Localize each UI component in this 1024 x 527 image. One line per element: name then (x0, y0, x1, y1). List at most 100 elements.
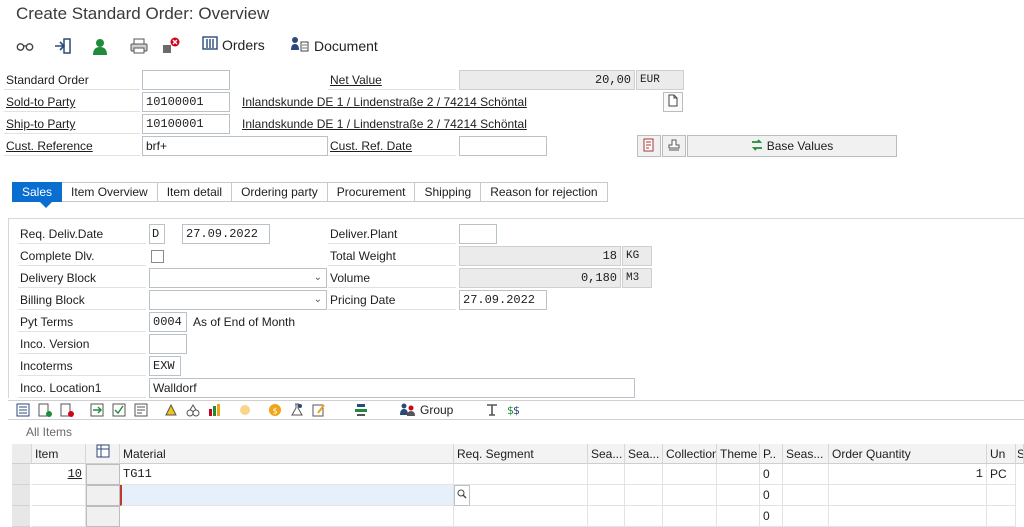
structure-icon[interactable] (352, 401, 370, 419)
tools-icon[interactable] (483, 401, 501, 419)
table-cell-season-2[interactable] (625, 464, 663, 485)
cust-reference-field[interactable]: brf+ (142, 136, 328, 156)
table-cell-season-2[interactable] (625, 485, 663, 506)
row-selector-header[interactable] (12, 444, 32, 464)
note-icon[interactable] (236, 401, 254, 419)
row-selector[interactable] (12, 464, 30, 485)
standard-order-field[interactable] (142, 70, 230, 90)
tab-procurement[interactable]: Procurement (327, 182, 416, 202)
table-cell-order-quantity[interactable] (829, 485, 987, 506)
pricing-doc-button[interactable] (637, 135, 661, 157)
tab-ordering-party[interactable]: Ordering party (232, 182, 328, 202)
delete-icon[interactable] (160, 35, 182, 57)
table-cell-settings[interactable] (86, 485, 120, 506)
table-cell-p[interactable]: 0 (760, 506, 783, 527)
table-cell-season-3[interactable] (783, 464, 829, 485)
sold-to-field[interactable]: 10100001 (142, 92, 230, 112)
deselect-icon[interactable] (132, 401, 150, 419)
delete-row-icon[interactable] (58, 401, 76, 419)
table-cell-item[interactable]: 10 (32, 464, 86, 485)
table-cell-unit[interactable] (987, 506, 1016, 527)
row-selector[interactable] (12, 485, 30, 506)
sold-to-description[interactable]: Inlandskunde DE 1 / Lindenstraße 2 / 742… (242, 92, 527, 112)
column-header-req-segment[interactable]: Req. Segment (454, 444, 588, 464)
pricing-date-field[interactable]: 27.09.2022 (459, 290, 547, 310)
item-number[interactable]: 10 (68, 467, 82, 481)
edit-icon[interactable] (310, 401, 328, 419)
column-header-p[interactable]: P.. (760, 444, 783, 464)
table-cell-settings[interactable] (86, 464, 120, 485)
column-header-item[interactable]: Item (32, 444, 86, 464)
column-header-season-2[interactable]: Sea... (625, 444, 663, 464)
table-cell-req-segment[interactable] (454, 464, 588, 485)
column-header-s[interactable]: S (1016, 444, 1024, 464)
req-deliv-date-field[interactable]: 27.09.2022 (182, 224, 270, 244)
value-help-button[interactable] (454, 485, 470, 506)
delivery-block-dropdown[interactable]: ⌄ (149, 268, 327, 288)
table-cell-theme[interactable] (717, 506, 760, 527)
table-cell-order-quantity[interactable] (829, 506, 987, 527)
column-header-season-3[interactable]: Seas... (783, 444, 829, 464)
column-header-season-1[interactable]: Sea... (588, 444, 625, 464)
orders-button[interactable]: Orders (202, 36, 265, 53)
group-button[interactable]: Group (400, 402, 453, 419)
column-header-order-quantity[interactable]: Order Quantity (829, 444, 987, 464)
inco-version-field[interactable] (149, 334, 187, 354)
move-icon[interactable] (88, 401, 106, 419)
net-value-label[interactable]: Net Value (328, 70, 456, 90)
table-cell-theme[interactable] (717, 464, 760, 485)
table-cell-req-segment[interactable] (454, 506, 588, 527)
table-cell-season-2[interactable] (625, 506, 663, 527)
table-cell-season-1[interactable] (588, 506, 625, 527)
table-cell-settings[interactable] (86, 506, 120, 527)
column-header-material[interactable]: Material (120, 444, 454, 464)
column-header-unit[interactable]: Un (987, 444, 1016, 464)
table-cell-theme[interactable] (717, 485, 760, 506)
column-header-theme[interactable]: Theme (717, 444, 760, 464)
tab-item-overview[interactable]: Item Overview (62, 182, 158, 202)
table-cell-material-active[interactable] (120, 485, 454, 506)
cust-ref-date-label[interactable]: Cust. Ref. Date (328, 136, 456, 156)
billing-block-dropdown[interactable]: ⌄ (149, 290, 327, 310)
glasses-icon[interactable] (14, 35, 36, 57)
tab-shipping[interactable]: Shipping (415, 182, 482, 202)
currency-icon[interactable]: $ $ (505, 401, 523, 419)
enter-icon[interactable] (52, 35, 74, 57)
sold-to-label[interactable]: Sold-to Party (4, 92, 140, 112)
pyt-terms-field[interactable]: 0004 (149, 312, 187, 332)
row-selector[interactable] (12, 506, 30, 527)
column-header-settings[interactable] (86, 444, 120, 464)
table-cell-p[interactable]: 0 (760, 485, 783, 506)
ship-to-field[interactable]: 10100001 (142, 114, 230, 134)
table-cell-req-segment[interactable] (470, 485, 588, 506)
table-cell-season-3[interactable] (783, 506, 829, 527)
inco-location1-field[interactable]: Walldorf (149, 378, 635, 398)
price-icon[interactable]: $ (266, 401, 284, 419)
table-cell-material[interactable]: TG11 (120, 464, 454, 485)
table-cell-p[interactable]: 0 (760, 464, 783, 485)
column-header-collection[interactable]: Collection (663, 444, 717, 464)
tab-item-detail[interactable]: Item detail (157, 182, 233, 202)
table-cell-order-quantity[interactable]: 1 (829, 464, 987, 485)
tab-sales[interactable]: Sales (12, 182, 63, 202)
document-button[interactable]: Document (290, 36, 378, 55)
cust-reference-label[interactable]: Cust. Reference (4, 136, 140, 156)
deliver-plant-field[interactable] (459, 224, 497, 244)
ship-to-description[interactable]: Inlandskunde DE 1 / Lindenstraße 2 / 742… (242, 114, 527, 134)
flask-icon[interactable] (288, 401, 306, 419)
complete-dlv-checkbox[interactable] (151, 250, 164, 263)
tab-reason-for-rejection[interactable]: Reason for rejection (481, 182, 608, 202)
details-icon[interactable] (14, 401, 32, 419)
ship-to-label[interactable]: Ship-to Party (4, 114, 140, 134)
req-deliv-date-type[interactable]: D (149, 224, 165, 244)
cust-ref-date-field[interactable] (459, 136, 547, 156)
incoterms-field[interactable]: EXW (149, 356, 181, 376)
batch-icon[interactable] (184, 401, 202, 419)
base-values-button[interactable]: Base Values (687, 135, 897, 157)
analysis-icon[interactable] (206, 401, 224, 419)
table-cell-collection[interactable] (663, 485, 717, 506)
document-view-button[interactable] (663, 92, 683, 112)
table-cell-material[interactable] (120, 506, 454, 527)
person-icon[interactable] (89, 35, 111, 57)
table-cell-item[interactable] (32, 506, 86, 527)
